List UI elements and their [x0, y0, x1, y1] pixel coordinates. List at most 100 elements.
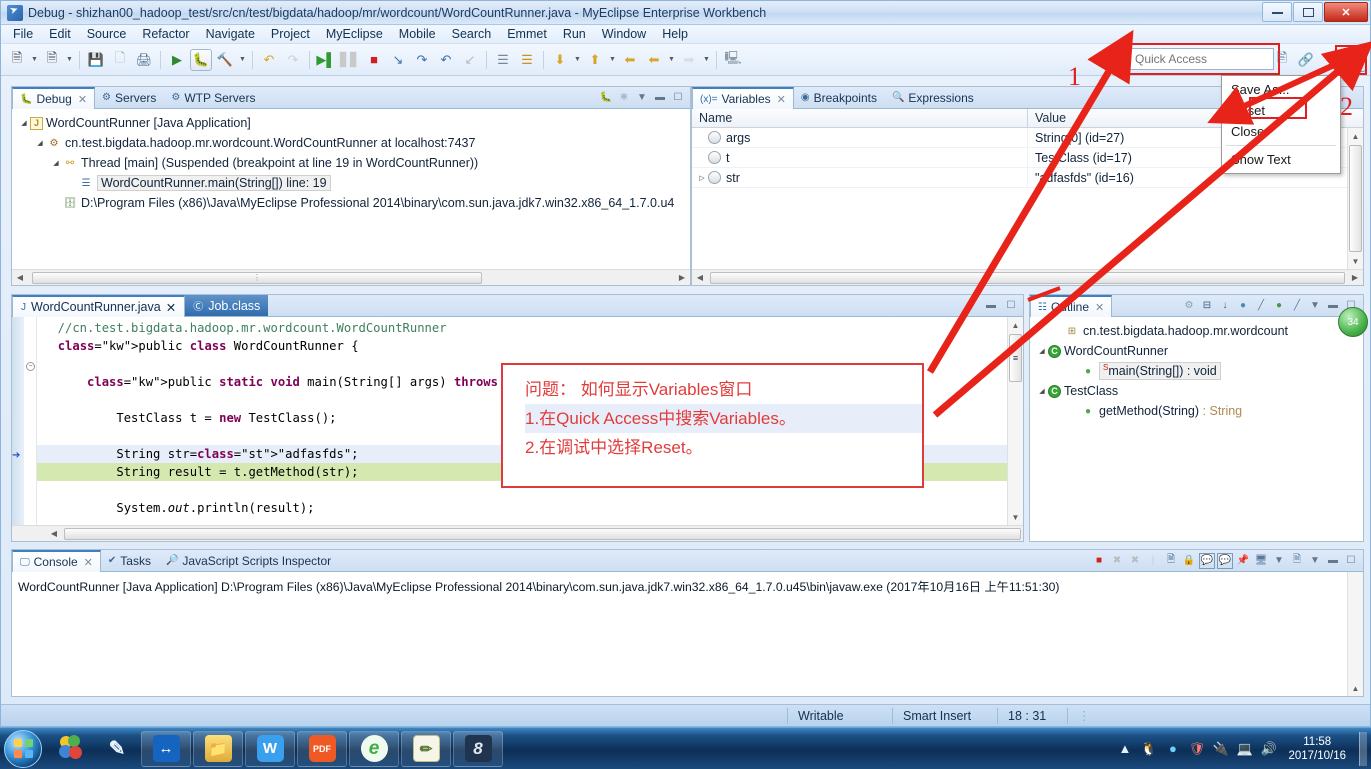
usb-icon[interactable]: 🔌 [1212, 740, 1229, 757]
menu-item-source[interactable]: Source [79, 26, 135, 42]
open-perspective-icon[interactable]: 🖹 [1270, 48, 1294, 72]
show-hidden-icons-icon[interactable]: ▲ [1116, 740, 1133, 757]
debug-hscrollbar[interactable]: ◀ ⋮ ▶ [12, 269, 690, 285]
debug-tree-item-row[interactable]: 🗄 D:\Program Files (x86)\Java\MyEclipse P… [18, 193, 690, 213]
debug-view-icon[interactable]: 🐛 [598, 90, 614, 106]
editor-tab-wordcountrunner-java[interactable]: J WordCountRunner.java ✕ [12, 295, 186, 317]
close-icon[interactable]: ✕ [166, 300, 176, 315]
tab-expressions[interactable]: 🔍 Expressions [885, 87, 982, 108]
maximize-icon[interactable]: ☐ [1003, 298, 1019, 314]
tab-debug[interactable]: 🐛 Debug ✕ [12, 87, 96, 109]
context-menu-item-show-text[interactable]: Show Text [1222, 149, 1340, 170]
code-line[interactable] [37, 517, 1023, 525]
taskbar-icon-notepad[interactable]: ✏ [401, 730, 451, 767]
code-line[interactable]: //cn.test.bigdata.hadoop.mr.wordcount.Wo… [37, 319, 1023, 337]
save-all-icon[interactable]: 🗋 [109, 49, 131, 71]
tab-outline[interactable]: ☷ Outline ✕ [1030, 295, 1113, 317]
run-icon[interactable]: ▶ [166, 49, 188, 71]
open-console-dropdown-icon[interactable]: ▼ [1307, 553, 1323, 569]
taskbar-icon-pdf[interactable]: PDF [297, 730, 347, 767]
menu-item-edit[interactable]: Edit [41, 26, 79, 42]
search-icon[interactable]: ☰ [516, 49, 538, 71]
editor-hscrollbar[interactable]: ◀ [12, 525, 1023, 541]
last-edit-icon[interactable]: ⬅ [619, 49, 641, 71]
qq-icon[interactable]: 🐧 [1140, 740, 1157, 757]
next-annotation-icon[interactable]: ⬇ [549, 49, 571, 71]
security-icon[interactable]: 🛡 [1188, 740, 1206, 757]
menu-item-search[interactable]: Search [444, 26, 500, 42]
menu-item-mobile[interactable]: Mobile [391, 26, 444, 42]
menu-item-emmet[interactable]: Emmet [499, 26, 555, 42]
variables-hscrollbar[interactable]: ◀ ▶ [692, 269, 1363, 285]
scroll-left-icon[interactable]: ◀ [46, 529, 62, 538]
fold-collapse-icon[interactable]: − [26, 362, 35, 371]
myeclipse-java-perspective-icon[interactable]: 🔗 [1294, 48, 1318, 72]
lock-scroll-icon[interactable]: 🔒 [1181, 553, 1197, 569]
menu-item-window[interactable]: Window [594, 26, 654, 42]
next-annotation-dropdown-icon[interactable]: ▼ [572, 49, 583, 71]
folding-bar[interactable]: − [24, 317, 37, 525]
taskbar-icon-explorer[interactable]: 📁 [193, 730, 243, 767]
scroll-lock-icon[interactable]: 💬 [1199, 552, 1215, 569]
hide-nonpublic-icon[interactable]: ● [1271, 298, 1287, 314]
start-button[interactable] [4, 729, 42, 768]
taskbar-icon-teamviewer[interactable]: ↔ [141, 730, 191, 767]
build-dropdown-icon[interactable]: ▼ [237, 49, 248, 71]
tree-twisty-icon[interactable]: ▷ [696, 174, 708, 182]
resume-icon[interactable]: ▶▌ [315, 49, 337, 71]
close-icon[interactable]: ✕ [78, 93, 87, 106]
new-window-icon[interactable]: 🖳 [722, 49, 744, 71]
menu-item-navigate[interactable]: Navigate [198, 26, 263, 42]
menu-item-project[interactable]: Project [263, 26, 318, 42]
maximize-icon[interactable]: ☐ [670, 90, 686, 106]
taskbar-icon-pen[interactable]: ✎ [95, 731, 139, 767]
scroll-left-icon[interactable]: ◀ [692, 273, 708, 282]
debug-tree-item-row[interactable]: ◢ J WordCountRunner [Java Application] [18, 113, 690, 133]
pin-console-icon[interactable]: 📌 [1235, 553, 1251, 569]
tab-variables[interactable]: (x)= Variables ✕ [692, 87, 794, 109]
menu-item-run[interactable]: Run [555, 26, 594, 42]
new-java-icon[interactable]: 🗎 [41, 49, 63, 71]
debug-tree-item-row[interactable]: ◢ ⚯ Thread [main] (Suspended (breakpoint a… [18, 153, 690, 173]
hide-local-icon[interactable]: ╱ [1289, 298, 1305, 314]
tab-tasks[interactable]: ✔ Tasks [101, 550, 159, 571]
menu-item-file[interactable]: File [5, 26, 41, 42]
variables-vscrollbar[interactable]: ▲ ▼ [1347, 128, 1363, 269]
open-console-icon[interactable]: 🗎 [1289, 553, 1305, 569]
editor-vscrollbar[interactable]: ▲ ≡ ▼ [1007, 317, 1023, 525]
network-icon[interactable]: 💻 [1236, 740, 1253, 757]
tree-twisty-icon[interactable]: ◢ [18, 119, 30, 127]
variables-vscroll-thumb[interactable] [1349, 145, 1362, 252]
save-icon[interactable]: 💾 [85, 49, 107, 71]
redo-icon[interactable]: ↷ [282, 49, 304, 71]
tab-javascript-scripts-inspector[interactable]: 🔎 JavaScript Scripts Inspector [159, 550, 339, 571]
taskbar-icon-eight[interactable]: 8 [453, 730, 503, 767]
step-return-icon[interactable]: ↶ [435, 49, 457, 71]
outline-item-row[interactable]: ◢ C TestClass [1036, 381, 1363, 401]
menu-item-help[interactable]: Help [654, 26, 696, 42]
collapse-all-icon[interactable]: ⊟ [1199, 298, 1215, 314]
terminate-icon[interactable]: ■ [363, 49, 385, 71]
outline-item-row[interactable]: ⊞ cn.test.bigdata.hadoop.mr.wordcount [1036, 321, 1363, 341]
print-icon[interactable]: 🖨 [133, 49, 155, 71]
scroll-up-icon[interactable]: ▲ [1352, 128, 1360, 144]
debug-tree-item-row[interactable]: ◢ ⚙ cn.test.bigdata.hadoop.mr.wordcount.Wo… [18, 133, 690, 153]
tree-twisty-icon[interactable]: ◢ [1036, 347, 1048, 355]
scroll-down-icon[interactable]: ▲ [1352, 680, 1360, 696]
hide-fields-icon[interactable]: ● [1235, 298, 1251, 314]
back-icon[interactable]: ⬅ [643, 49, 665, 71]
step-into-icon[interactable]: ↘ [387, 49, 409, 71]
quick-access-input[interactable] [1129, 48, 1274, 70]
undo-icon[interactable]: ↶ [258, 49, 280, 71]
tree-twisty-icon[interactable]: ◢ [34, 139, 46, 147]
outline-item-row[interactable]: ● Smain(String[]) : void [1036, 361, 1363, 381]
minimize-icon[interactable]: ▬ [1325, 298, 1341, 314]
minimize-button[interactable] [1262, 2, 1292, 22]
view-menu-icon[interactable]: ▼ [1307, 298, 1323, 314]
step-over-icon[interactable]: ↷ [411, 49, 433, 71]
editor-tab-job-class[interactable]: Ⓒ Job.class [185, 295, 269, 316]
code-line[interactable]: class="kw">public class WordCountRunner … [37, 337, 1023, 355]
sort-icon[interactable]: ↓ [1217, 298, 1233, 314]
debug-icon[interactable]: 🐛 [190, 48, 212, 71]
previous-annotation-dropdown-icon[interactable]: ▼ [607, 49, 618, 71]
